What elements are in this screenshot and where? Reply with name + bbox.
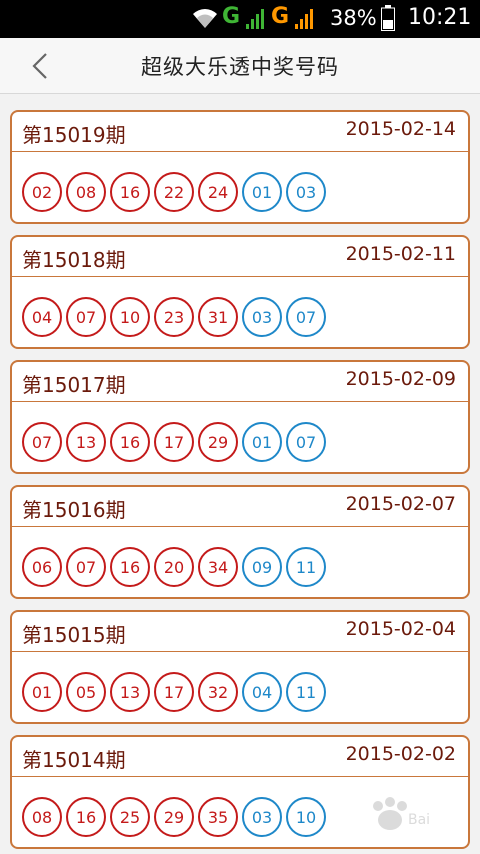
draw-date: 2015-02-14 (345, 118, 456, 140)
front-number-ball: 34 (198, 547, 238, 587)
svg-text:Bai: Bai (408, 812, 430, 828)
front-number-ball: 32 (198, 672, 238, 712)
draw-card-header: 第15019期 2015-02-14 (12, 112, 468, 152)
front-number-ball: 16 (110, 547, 150, 587)
back-number-ball: 04 (242, 672, 282, 712)
number-balls: 08 16 25 29 35 03 10 (22, 797, 330, 837)
clock: 10:21 (408, 5, 472, 30)
watermark-logo: Bai (373, 797, 430, 830)
back-number-ball: 09 (242, 547, 282, 587)
front-number-ball: 16 (110, 172, 150, 212)
back-number-ball: 07 (286, 297, 326, 337)
front-number-ball: 29 (198, 422, 238, 462)
front-number-ball: 06 (22, 547, 62, 587)
draw-card-header: 第15015期 2015-02-04 (12, 612, 468, 652)
draw-date: 2015-02-11 (345, 243, 456, 265)
draw-card-header: 第15018期 2015-02-11 (12, 237, 468, 277)
draw-issue: 第15018期 (22, 248, 126, 272)
front-number-ball: 35 (198, 797, 238, 837)
draw-card[interactable]: 第15017期 2015-02-09 07 13 16 17 29 01 07 (10, 360, 470, 474)
front-number-ball: 24 (198, 172, 238, 212)
draw-card-header: 第15014期 2015-02-02 (12, 737, 468, 777)
front-number-ball: 04 (22, 297, 62, 337)
signal-icon (246, 9, 264, 29)
front-number-ball: 20 (154, 547, 194, 587)
draw-date: 2015-02-04 (345, 618, 456, 640)
front-number-ball: 07 (66, 297, 106, 337)
page-title: 超级大乐透中奖号码 (141, 55, 339, 79)
wifi-icon (193, 9, 217, 28)
back-number-ball: 11 (286, 672, 326, 712)
front-number-ball: 16 (110, 422, 150, 462)
front-number-ball: 13 (66, 422, 106, 462)
front-number-ball: 08 (66, 172, 106, 212)
front-number-ball: 31 (198, 297, 238, 337)
back-number-ball: 07 (286, 422, 326, 462)
front-number-ball: 23 (154, 297, 194, 337)
back-number-ball: 03 (242, 297, 282, 337)
front-number-ball: 01 (22, 672, 62, 712)
number-balls: 06 07 16 20 34 09 11 (22, 547, 330, 587)
battery-icon (381, 5, 395, 31)
back-number-ball: 03 (242, 797, 282, 837)
front-number-ball: 17 (154, 672, 194, 712)
front-number-ball: 17 (154, 422, 194, 462)
draw-list: 第15019期 2015-02-14 02 08 16 22 24 01 03 第15018期 20… (10, 110, 470, 854)
draw-card[interactable]: 第15015期 2015-02-04 01 05 13 17 32 04 11 (10, 610, 470, 724)
front-number-ball: 16 (66, 797, 106, 837)
draw-issue: 第15017期 (22, 373, 126, 397)
draw-date: 2015-02-02 (345, 743, 456, 765)
back-number-ball: 03 (286, 172, 326, 212)
network-type-2: G (271, 4, 290, 29)
battery-percent: 38% (330, 6, 377, 30)
signal-icon (295, 9, 313, 29)
draw-card-header: 第15016期 2015-02-07 (12, 487, 468, 527)
back-number-ball: 01 (242, 172, 282, 212)
back-number-ball: 11 (286, 547, 326, 587)
draw-date: 2015-02-07 (345, 493, 456, 515)
number-balls: 07 13 16 17 29 01 07 (22, 422, 330, 462)
front-number-ball: 25 (110, 797, 150, 837)
front-number-ball: 22 (154, 172, 194, 212)
network-type-1: G (222, 4, 241, 29)
draw-issue: 第15015期 (22, 623, 126, 647)
front-number-ball: 02 (22, 172, 62, 212)
draw-card-header: 第15017期 2015-02-09 (12, 362, 468, 402)
front-number-ball: 05 (66, 672, 106, 712)
draw-card[interactable]: 第15018期 2015-02-11 04 07 10 23 31 03 07 (10, 235, 470, 349)
draw-issue: 第15016期 (22, 498, 126, 522)
front-number-ball: 08 (22, 797, 62, 837)
front-number-ball: 13 (110, 672, 150, 712)
number-balls: 02 08 16 22 24 01 03 (22, 172, 330, 212)
draw-issue: 第15014期 (22, 748, 126, 772)
front-number-ball: 10 (110, 297, 150, 337)
status-bar: G G 38% 10:21 (0, 0, 480, 38)
app-bar: 超级大乐透中奖号码 (0, 38, 480, 94)
front-number-ball: 29 (154, 797, 194, 837)
back-number-ball: 10 (286, 797, 326, 837)
back-number-ball: 01 (242, 422, 282, 462)
draw-card[interactable]: 第15019期 2015-02-14 02 08 16 22 24 01 03 (10, 110, 470, 224)
draw-card[interactable]: 第15016期 2015-02-07 06 07 16 20 34 09 11 (10, 485, 470, 599)
front-number-ball: 07 (22, 422, 62, 462)
draw-issue: 第15019期 (22, 123, 126, 147)
number-balls: 01 05 13 17 32 04 11 (22, 672, 330, 712)
front-number-ball: 07 (66, 547, 106, 587)
number-balls: 04 07 10 23 31 03 07 (22, 297, 330, 337)
draw-date: 2015-02-09 (345, 368, 456, 390)
